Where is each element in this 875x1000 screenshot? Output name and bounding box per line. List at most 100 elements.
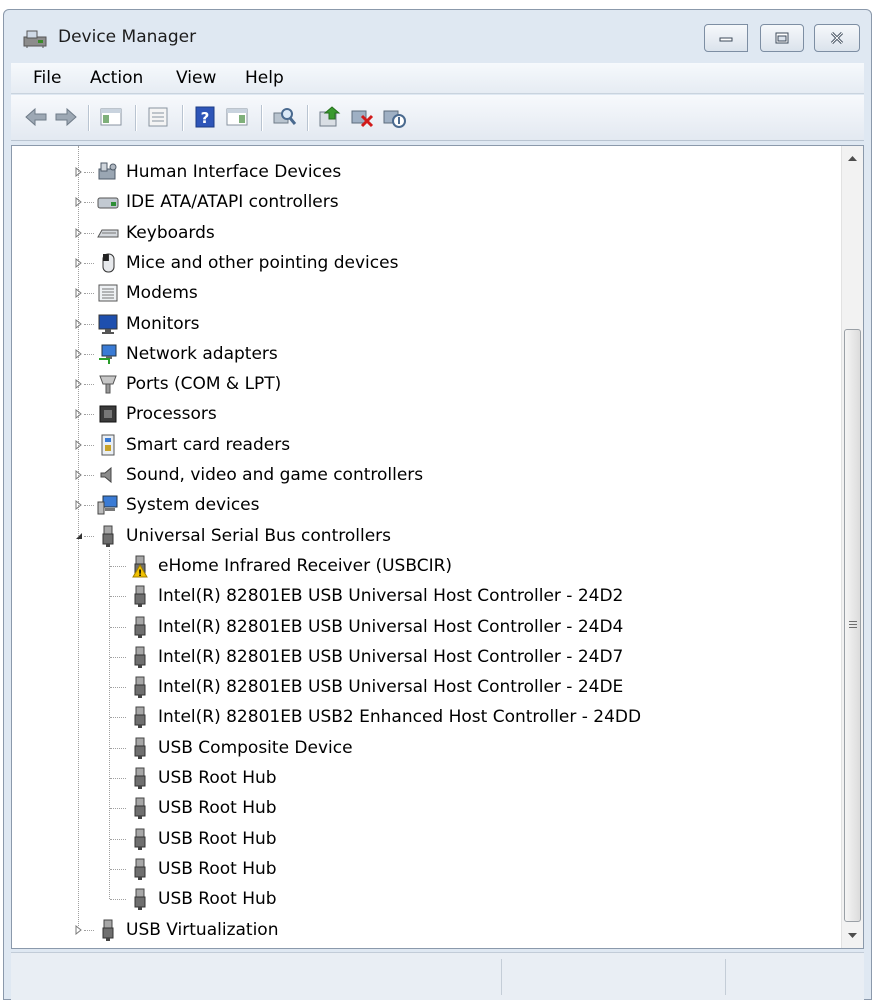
expand-arrow-icon[interactable]: [74, 288, 84, 299]
status-panel: [501, 959, 725, 995]
tree-connector-line: [84, 929, 94, 931]
tree-device-usb[interactable]: Intel(R) 82801EB USB Universal Host Cont…: [128, 673, 623, 701]
tree-category-modems[interactable]: Modems: [96, 279, 198, 307]
tree-item-label: Ports (COM & LPT): [126, 374, 282, 395]
tree-device-usb[interactable]: USB Root Hub: [128, 855, 277, 883]
tree-device-usb[interactable]: USB Root Hub: [128, 794, 277, 822]
usb-icon: [134, 585, 146, 608]
tree-device-usb[interactable]: Intel(R) 82801EB USB2 Enhanced Host Cont…: [128, 703, 641, 731]
close-button[interactable]: [814, 24, 860, 52]
minimize-button[interactable]: [704, 24, 748, 52]
usb-icon: [134, 706, 146, 729]
tree-connector-line: [110, 868, 126, 870]
action-pane-icon[interactable]: [224, 105, 250, 129]
expand-arrow-icon[interactable]: [74, 924, 84, 935]
tree-device-usb[interactable]: Intel(R) 82801EB USB Universal Host Cont…: [128, 643, 623, 671]
expand-arrow-icon[interactable]: [74, 318, 84, 329]
expand-arrow-icon[interactable]: [74, 500, 84, 511]
tree-category-smart-card-readers[interactable]: Smart card readers: [96, 431, 290, 459]
device-manager-icon: [23, 30, 47, 48]
update-driver-icon[interactable]: [317, 105, 343, 129]
expand-arrow-icon[interactable]: [74, 409, 84, 420]
maximize-button[interactable]: [760, 24, 804, 52]
tree-connector-line: [84, 202, 94, 204]
usb-icon: [134, 888, 146, 911]
system-icon: [97, 495, 118, 515]
tree-item-label: IDE ATA/ATAPI controllers: [126, 192, 339, 213]
ide-controller-icon: [97, 197, 119, 209]
collapse-arrow-icon[interactable]: [74, 531, 84, 541]
tree-item-label: USB Root Hub: [158, 828, 277, 849]
menu-view[interactable]: View: [176, 68, 216, 88]
tree-item-label: USB Root Hub: [158, 858, 277, 879]
show-hide-console-tree-icon[interactable]: [98, 105, 124, 129]
keyboard-icon: [97, 229, 119, 238]
tree-item-label: Network adapters: [126, 343, 278, 364]
scroll-up-arrow-icon[interactable]: [842, 148, 863, 170]
expand-arrow-icon[interactable]: [74, 470, 84, 480]
tree-device-usb[interactable]: USB Root Hub: [128, 885, 277, 913]
scroll-thumb[interactable]: [844, 329, 861, 922]
tree-connector-line: [84, 172, 94, 173]
tree-category-ports-com-lpt[interactable]: Ports (COM & LPT): [96, 370, 281, 398]
svg-text:!: !: [138, 569, 142, 578]
expand-arrow-icon[interactable]: [74, 257, 84, 268]
help-icon[interactable]: ?: [192, 105, 218, 129]
menu-action[interactable]: Action: [90, 68, 143, 88]
tree-device-usb[interactable]: USB Root Hub: [128, 764, 277, 792]
tree-item-label: eHome Infrared Receiver (USBCIR): [158, 555, 453, 576]
scan-hardware-icon[interactable]: [271, 105, 297, 129]
tree-item-label: Intel(R) 82801EB USB2 Enhanced Host Cont…: [158, 707, 642, 728]
expand-arrow-icon[interactable]: [74, 227, 84, 238]
disable-icon[interactable]: [381, 105, 407, 129]
expand-arrow-icon[interactable]: [74, 348, 84, 359]
tree-category-universal-serial-bus-controllers[interactable]: Universal Serial Bus controllers: [96, 522, 391, 550]
usb-icon: [102, 919, 114, 941]
usb-icon: [134, 616, 146, 638]
tree-connector-line: [110, 747, 126, 749]
port-icon: [99, 375, 117, 394]
expand-arrow-icon[interactable]: [74, 197, 84, 208]
scroll-down-arrow-icon[interactable]: [842, 924, 863, 946]
expand-arrow-icon[interactable]: [74, 379, 84, 390]
status-panel: [725, 959, 864, 995]
toolbar: ?: [11, 95, 864, 141]
tree-device-usb[interactable]: Intel(R) 82801EB USB Universal Host Cont…: [128, 582, 623, 610]
tree-item-label: Processors: [126, 404, 217, 425]
tree-category-keyboards[interactable]: Keyboards: [96, 219, 215, 247]
tree-category-mice-and-pointing-devices[interactable]: Mice and other pointing devices: [96, 249, 398, 277]
tree-category-ide-ata-atapi-controllers[interactable]: IDE ATA/ATAPI controllers: [96, 188, 339, 216]
usb-icon: [134, 797, 146, 820]
tree-device-usb[interactable]: USB Root Hub: [128, 825, 277, 853]
mouse-icon: [102, 253, 115, 273]
forward-icon[interactable]: [53, 105, 79, 129]
tree-item-label: USB Composite Device: [158, 737, 353, 758]
expand-arrow-icon[interactable]: [74, 439, 84, 450]
tree-category-processors[interactable]: Processors: [96, 400, 217, 428]
tree-category-network-adapters[interactable]: Network adapters: [96, 340, 278, 368]
tree-item-label: USB Root Hub: [158, 798, 277, 819]
tree-connector-line: [110, 808, 126, 810]
device-tree[interactable]: Human Interface Devices IDE ATA/ATAPI con…: [11, 145, 864, 949]
usb-icon: [134, 858, 146, 880]
tree-category-sound-video-game-controllers[interactable]: Sound, video and game controllers: [96, 461, 423, 489]
tree-device-usb[interactable]: USB Composite Device: [128, 734, 353, 762]
expand-arrow-icon[interactable]: [74, 167, 84, 177]
tree-category-system-devices[interactable]: System devices: [96, 491, 260, 519]
tree-category-usb-virtualization[interactable]: USB Virtualization: [96, 916, 278, 944]
tree-category-monitors[interactable]: Monitors: [96, 310, 199, 338]
tree-connector-line: [84, 384, 94, 386]
tree-connector-line: [110, 717, 126, 719]
tree-device-usb[interactable]: Intel(R) 82801EB USB Universal Host Cont…: [128, 613, 623, 641]
title-bar[interactable]: Device Manager: [4, 10, 871, 62]
tree-item-label: USB Root Hub: [158, 889, 277, 910]
properties-icon[interactable]: [145, 105, 171, 129]
tree-connector-line: [84, 444, 94, 446]
back-icon[interactable]: [23, 105, 49, 129]
tree-category-human-interface-devices[interactable]: Human Interface Devices: [96, 158, 341, 186]
menu-help[interactable]: Help: [245, 68, 284, 88]
vertical-scrollbar[interactable]: [841, 146, 863, 948]
uninstall-icon[interactable]: [349, 105, 375, 129]
menu-file[interactable]: File: [33, 68, 61, 88]
tree-device-usb[interactable]: ! eHome Infrared Receiver (USBCIR): [128, 552, 452, 580]
